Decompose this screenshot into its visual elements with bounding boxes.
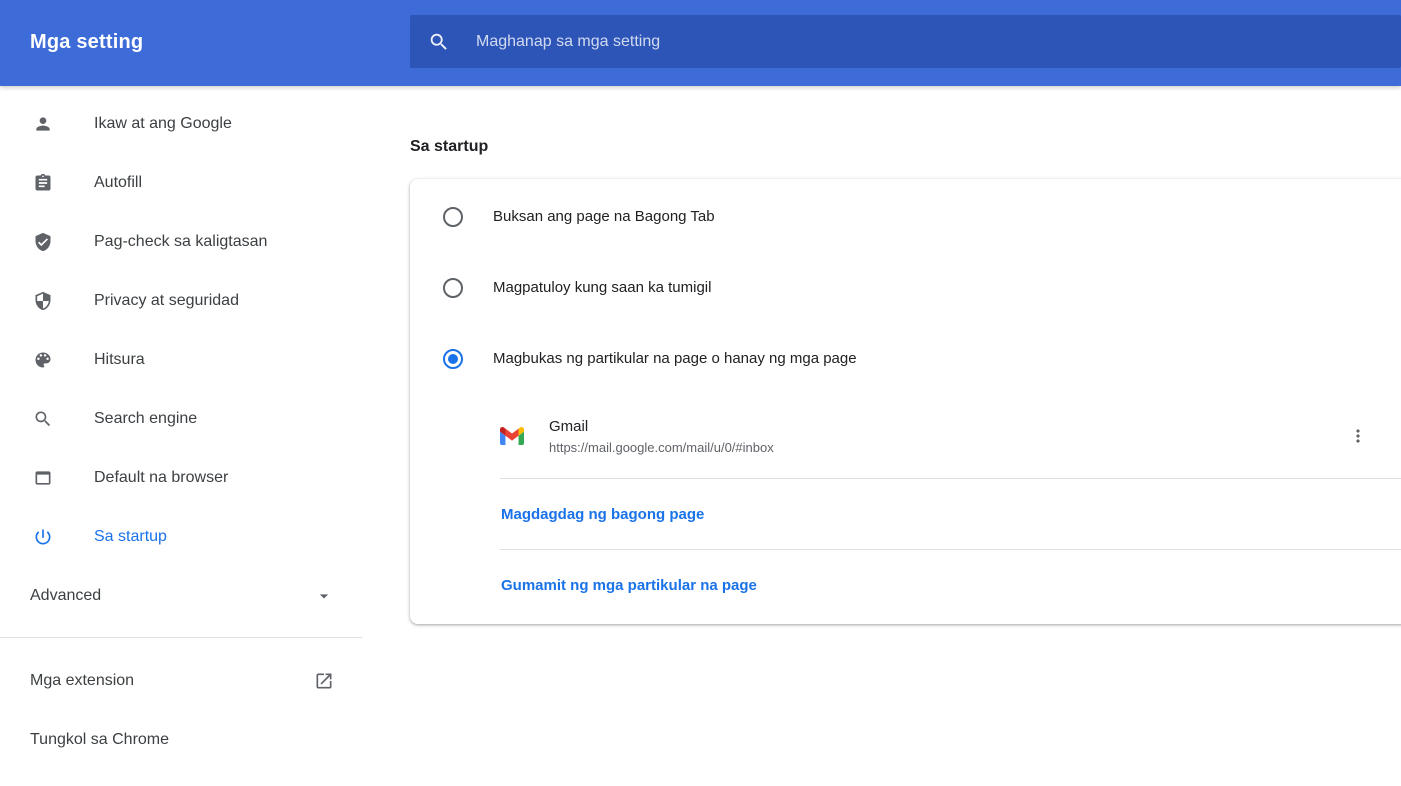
radio-option-open-specific-pages[interactable]: Magbukas ng partikular na page o hanay n…: [410, 323, 1401, 394]
sidebar-item-label: Sa startup: [94, 528, 167, 546]
page-title: Mga setting: [30, 31, 143, 54]
settings-main: Sa startup Buksan ang page na Bagong Tab…: [362, 86, 1401, 786]
chevron-down-icon: [314, 586, 334, 606]
section-title: Sa startup: [410, 136, 1401, 158]
sidebar-item-safety-check[interactable]: Pag-check sa kaligtasan: [0, 222, 362, 262]
sidebar-item-appearance[interactable]: Hitsura: [0, 340, 362, 380]
add-new-page-label: Magdagdag ng bagong page: [501, 506, 704, 523]
sidebar-item-label: Default na browser: [94, 469, 228, 487]
sidebar-item-label: Autofill: [94, 174, 142, 192]
radio-option-label: Buksan ang page na Bagong Tab: [493, 208, 715, 225]
sidebar-item-extensions[interactable]: Mga extension: [0, 661, 362, 701]
sidebar-item-label: Ikaw at ang Google: [94, 115, 232, 133]
sidebar-item-label: Privacy at seguridad: [94, 292, 239, 310]
use-current-pages-button[interactable]: Gumamit ng mga partikular na page: [410, 550, 1401, 620]
extensions-label: Mga extension: [30, 672, 134, 690]
add-new-page-button[interactable]: Magdagdag ng bagong page: [410, 479, 1401, 549]
settings-search[interactable]: [410, 15, 1401, 68]
sidebar-divider: [0, 637, 362, 638]
sidebar-advanced-toggle[interactable]: Advanced: [0, 576, 362, 616]
sidebar-item-default-browser[interactable]: Default na browser: [0, 458, 362, 498]
privacy-shield-icon: [33, 291, 53, 311]
startup-page-url: https://mail.google.com/mail/u/0/#inbox: [549, 440, 1340, 455]
advanced-label: Advanced: [30, 587, 101, 605]
gmail-icon: [500, 427, 524, 445]
search-icon: [428, 31, 450, 53]
radio-button[interactable]: [443, 207, 463, 227]
startup-page-title: Gmail: [549, 418, 1340, 435]
search-input[interactable]: [476, 33, 1391, 51]
radio-button-checked[interactable]: [443, 349, 463, 369]
sidebar-item-privacy[interactable]: Privacy at seguridad: [0, 281, 362, 321]
open-in-new-icon: [314, 671, 334, 691]
sidebar-item-on-startup[interactable]: Sa startup: [0, 517, 362, 557]
radio-option-label: Magbukas ng partikular na page o hanay n…: [493, 350, 857, 367]
sidebar-item-you-and-google[interactable]: Ikaw at ang Google: [0, 104, 362, 144]
sidebar-item-label: Search engine: [94, 410, 197, 428]
radio-option-open-new-tab[interactable]: Buksan ang page na Bagong Tab: [410, 181, 1401, 252]
person-icon: [33, 114, 53, 134]
kebab-menu-icon[interactable]: [1340, 418, 1376, 454]
sidebar-item-label: Pag-check sa kaligtasan: [94, 233, 267, 251]
about-chrome-label: Tungkol sa Chrome: [30, 731, 169, 749]
use-current-pages-label: Gumamit ng mga partikular na page: [501, 577, 757, 594]
sidebar-item-search-engine[interactable]: Search engine: [0, 399, 362, 439]
on-startup-card: Buksan ang page na Bagong Tab Magpatuloy…: [410, 179, 1401, 624]
search-icon: [33, 409, 53, 429]
radio-option-label: Magpatuloy kung saan ka tumigil: [493, 279, 711, 296]
power-icon: [33, 527, 53, 547]
radio-button[interactable]: [443, 278, 463, 298]
settings-sidebar: Ikaw at ang Google Autofill Pag-check sa…: [0, 86, 362, 760]
browser-window-icon: [33, 468, 53, 488]
sidebar-item-autofill[interactable]: Autofill: [0, 163, 362, 203]
radio-option-continue-where-left-off[interactable]: Magpatuloy kung saan ka tumigil: [410, 252, 1401, 323]
startup-page-info: Gmail https://mail.google.com/mail/u/0/#…: [549, 418, 1340, 455]
sidebar-item-label: Hitsura: [94, 351, 145, 369]
autofill-clipboard-icon: [33, 173, 53, 193]
safety-check-shield-icon: [33, 232, 53, 252]
sidebar-item-about-chrome[interactable]: Tungkol sa Chrome: [0, 720, 362, 760]
settings-header: Mga setting: [0, 0, 1401, 86]
palette-icon: [33, 350, 53, 370]
startup-page-row: Gmail https://mail.google.com/mail/u/0/#…: [410, 394, 1401, 478]
